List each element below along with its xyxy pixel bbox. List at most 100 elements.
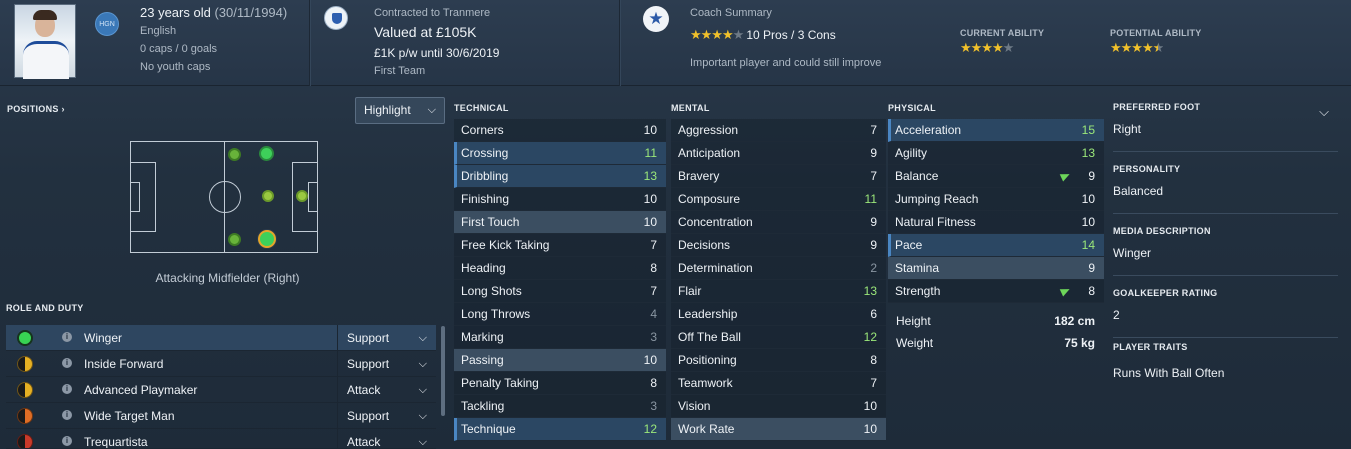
attribute-row[interactable]: Natural Fitness 10 [888,211,1104,234]
role-suitability-icon [17,408,33,424]
potential-ability: POTENTIAL ABILITY ★★★★★ [1110,28,1201,56]
attribute-row[interactable]: Flair 13 [671,280,886,303]
height-value: 182 cm [1054,314,1095,328]
attribute-row[interactable]: Positioning 8 [671,349,886,372]
position-dot-amc[interactable] [262,190,274,202]
coach-rating-stars: ★★★★★ [690,27,744,42]
player-header: HGN 23 years old (30/11/1994) English 0 … [0,0,1351,86]
attribute-row[interactable]: Off The Ball 12 [671,326,886,349]
attribute-row[interactable]: Decisions 9 [671,234,886,257]
nation-flag-icon[interactable]: HGN [95,12,119,36]
attribute-row[interactable]: Pace 14 [888,234,1104,257]
coach-summary-label: Coach Summary [690,7,772,19]
duty-dropdown[interactable]: Attack ⌵ [337,429,436,448]
coach-summary[interactable]: Coach Summary ★★★★★ 10 Pros / 3 Cons Imp… [690,4,940,72]
positions-link[interactable]: POSITIONS › [7,104,65,114]
player-caps: 0 caps / 0 goals [140,43,218,55]
potential-ability-stars: ★★★★★ [1110,40,1164,55]
attribute-row[interactable]: First Touch 10 [454,211,666,234]
role-row[interactable]: i Trequartista Attack ⌵ [6,429,436,449]
role-row[interactable]: i Winger Support ⌵ [6,325,436,351]
mental-header: MENTAL [671,103,710,113]
current-ability: CURRENT ABILITY ★★★★★ [960,28,1044,56]
coach-star-icon: ★ [643,6,669,32]
player-photo[interactable] [14,4,76,79]
position-dot-amr[interactable] [258,230,276,248]
attribute-row[interactable]: Penalty Taking 8 [454,372,666,395]
attribute-row[interactable]: Heading 8 [454,257,666,280]
physical-header: PHYSICAL [888,103,936,113]
player-youth-caps: No youth caps [140,61,211,73]
attribute-row[interactable]: Composure 11 [671,188,886,211]
attribute-row[interactable]: Strength 8 [888,280,1104,303]
duty-dropdown[interactable]: Support ⌵ [337,351,436,377]
role-suitability-icon [17,434,33,448]
attribute-row[interactable]: Marking 3 [454,326,666,349]
media-description: MEDIA DESCRIPTION Winger [1113,226,1211,260]
attribute-row[interactable]: Work Rate 10 [671,418,886,441]
chevron-down-icon: ⌵ [427,104,436,116]
attribute-row[interactable]: Concentration 9 [671,211,886,234]
attribute-row[interactable]: Agility 13 [888,142,1104,165]
attribute-row[interactable]: Bravery 7 [671,165,886,188]
attribute-row[interactable]: Aggression 7 [671,119,886,142]
info-icon[interactable]: i [62,384,72,394]
attribute-row[interactable]: Leadership 6 [671,303,886,326]
attribute-row[interactable]: Anticipation 9 [671,142,886,165]
role-suitability-icon [17,382,33,398]
position-dot-ml[interactable] [228,148,241,161]
chevron-down-icon: ⌵ [418,332,427,344]
attribute-row[interactable]: Balance 9 [888,165,1104,188]
position-dot-mr[interactable] [228,233,241,246]
position-dot-st[interactable] [296,190,308,202]
attribute-row[interactable]: Dribbling 13 [454,165,666,188]
attribute-row[interactable]: Corners 10 [454,119,666,142]
role-list-scrollbar[interactable] [441,326,445,416]
info-icon[interactable]: i [62,332,72,342]
role-row[interactable]: i Advanced Playmaker Attack ⌵ [6,377,436,403]
coach-note: Important player and could still improve [690,57,882,69]
attribute-row[interactable]: Passing 10 [454,349,666,372]
attribute-row[interactable]: Finishing 10 [454,188,666,211]
selected-position-label: Attacking Midfielder (Right) [155,271,300,285]
chevron-down-icon: ⌵ [418,384,427,396]
info-icon[interactable]: i [62,436,72,446]
info-icon[interactable]: i [62,358,72,368]
role-suitability-icon [17,356,33,372]
position-pitch[interactable] [130,141,318,253]
preferred-foot: PREFERRED FOOT Right [1113,102,1201,136]
attribute-row[interactable]: Technique 12 [454,418,666,441]
player-wage: £1K p/w until 30/6/2019 [374,46,500,60]
duty-dropdown[interactable]: Support ⌵ [337,403,436,429]
attribute-row[interactable]: Long Shots 7 [454,280,666,303]
highlight-dropdown[interactable]: Highlight ⌵ [355,97,445,124]
role-row[interactable]: i Wide Target Man Support ⌵ [6,403,436,429]
contract-club[interactable]: Contracted to Tranmere [374,4,604,22]
attribute-row[interactable]: Jumping Reach 10 [888,188,1104,211]
divider [1113,151,1338,152]
attribute-row[interactable]: Free Kick Taking 7 [454,234,666,257]
position-dot-aml[interactable] [259,146,274,161]
club-badge-icon[interactable] [324,6,348,30]
role-row[interactable]: i Inside Forward Support ⌵ [6,351,436,377]
trend-up-icon [1059,285,1072,297]
trait-item[interactable]: Runs With Ball Often [1113,366,1338,380]
attribute-row[interactable]: Stamina 9 [888,257,1104,280]
duty-dropdown[interactable]: Attack ⌵ [337,377,436,403]
duty-dropdown[interactable]: Support ⌵ [337,325,436,351]
attribute-row[interactable]: Long Throws 4 [454,303,666,326]
contract-info: Contracted to Tranmere Valued at £105K £… [374,4,604,80]
attribute-row[interactable]: Vision 10 [671,395,886,418]
chevron-down-icon: ⌵ [418,410,427,422]
player-traits: PLAYER TRAITS Runs With Ball Often [1113,342,1338,380]
attribute-row[interactable]: Teamwork 7 [671,372,886,395]
info-icon[interactable]: i [62,410,72,420]
attribute-row[interactable]: Determination 2 [671,257,886,280]
player-dob: (30/11/1994) [214,5,288,20]
attribute-row[interactable]: Crossing 11 [454,142,666,165]
divider [1113,275,1338,276]
player-nationality[interactable]: English [140,22,300,40]
attribute-row[interactable]: Tackling 3 [454,395,666,418]
attribute-row[interactable]: Acceleration 15 [888,119,1104,142]
weight-row: Weight 75 kg [888,332,1104,354]
